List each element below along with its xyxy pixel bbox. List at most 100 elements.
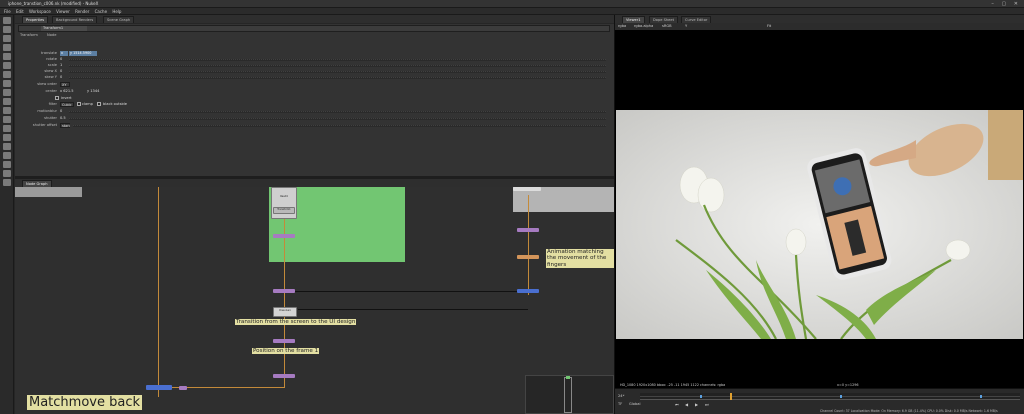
sticky-note[interactable]: Matchmove back	[27, 395, 143, 410]
sticky-note[interactable]: Animation matching the movement of the f…	[546, 249, 614, 269]
sticky-note[interactable]: Transition from the screen to the UI des…	[235, 319, 357, 326]
purple-node[interactable]	[273, 234, 295, 238]
timeline-scrubber[interactable]	[640, 393, 1020, 400]
purple-node[interactable]	[517, 228, 539, 232]
window-controls[interactable]: – ▢ ✕	[991, 1, 1021, 7]
views-tool-icon[interactable]	[2, 107, 11, 114]
furnace-tool-icon[interactable]	[2, 161, 11, 168]
tab-dope-sheet[interactable]: Dope Sheet	[649, 16, 678, 23]
tab-scene-graph[interactable]: Scene Graph	[103, 16, 135, 23]
knob-value[interactable]: 0	[60, 109, 62, 113]
blue-node[interactable]	[517, 289, 539, 293]
minimap-view-rect[interactable]	[564, 377, 572, 413]
toolsets-tool-icon[interactable]	[2, 143, 11, 150]
frame-mode-dropdown[interactable]: TF	[618, 402, 622, 406]
image-tool-icon[interactable]	[2, 17, 11, 24]
step-forward-button[interactable]: ▶	[695, 402, 698, 407]
playhead[interactable]	[730, 393, 732, 400]
read-node[interactable]: Read4	[271, 187, 297, 219]
timeline[interactable]: 24* TF Global ⏮ ◀ ▶ ⏭ Channel Count: 37 …	[615, 388, 1024, 414]
channels-dropdown[interactable]: rgba	[618, 24, 626, 28]
node-graph[interactable]: Read4 Transform1 Dissolve1 Transition fr…	[15, 187, 614, 414]
subtab-node[interactable]: Node	[47, 33, 56, 37]
tab-curve-editor[interactable]: Curve Editor	[681, 16, 712, 23]
viewer-image[interactable]	[616, 110, 1023, 339]
knob-value[interactable]: 0	[60, 75, 62, 79]
knob-value[interactable]: 0	[60, 57, 62, 61]
skew-order-dropdown[interactable]: XY	[60, 82, 70, 87]
channel-tool-icon[interactable]	[2, 44, 11, 51]
play-button[interactable]: ⏮	[675, 402, 679, 407]
menu-help[interactable]: Help	[112, 9, 121, 14]
minimap[interactable]	[525, 375, 614, 414]
node-name-field[interactable]: Transform1	[41, 26, 87, 31]
menu-workspace[interactable]: Workspace	[29, 9, 51, 14]
backdrop-gray-left[interactable]	[15, 187, 82, 197]
read-node-right[interactable]	[513, 187, 541, 191]
knob-slider[interactable]	[69, 59, 606, 61]
frame-range-dropdown[interactable]: Global	[629, 402, 640, 406]
subtab-transform[interactable]: Transform	[20, 33, 38, 37]
knob-slider[interactable]	[73, 125, 606, 127]
center-x-field[interactable]: x 621.5	[60, 89, 74, 93]
menu-cache[interactable]: Cache	[95, 9, 107, 14]
layer-dropdown[interactable]: rgba.alpha	[634, 24, 653, 28]
menu-viewer[interactable]: Viewer	[56, 9, 70, 14]
merge-tool-icon[interactable]	[2, 80, 11, 87]
filter-dropdown[interactable]: Cubic	[60, 102, 74, 107]
sticky-note[interactable]: Position on the frame 1	[252, 348, 320, 355]
other-tool-icon[interactable]	[2, 152, 11, 159]
settings-tool-icon[interactable]	[2, 179, 11, 186]
knob-label: skew X	[44, 69, 57, 73]
knob-value[interactable]: 0.5	[60, 116, 66, 120]
tab-background-renders[interactable]: Background Renders	[52, 16, 98, 23]
purple-node[interactable]	[273, 374, 295, 378]
color-tool-icon[interactable]	[2, 53, 11, 60]
translate-y-field[interactable]: y 1514.5900	[69, 51, 97, 56]
clamp-checkbox[interactable]	[77, 102, 81, 106]
end-button[interactable]: ⏭	[705, 402, 709, 407]
transform-tool-icon[interactable]	[2, 89, 11, 96]
center-y-field[interactable]: y 1344	[87, 89, 99, 93]
orange-node[interactable]	[517, 255, 539, 259]
menu-file[interactable]: File	[4, 9, 11, 14]
zoom-dropdown[interactable]: Fit	[767, 24, 771, 28]
tab-properties[interactable]: Properties	[22, 16, 49, 23]
metadata-tool-icon[interactable]	[2, 116, 11, 123]
purple-node[interactable]	[273, 339, 295, 343]
dissolve-node[interactable]: Dissolve1	[273, 307, 297, 317]
view-dropdown[interactable]: Y	[685, 24, 687, 28]
tab-viewer[interactable]: Viewer1	[622, 16, 645, 23]
shutter-offset-dropdown[interactable]: start	[60, 123, 70, 128]
translate-x-field[interactable]: x	[60, 51, 68, 56]
transform-node[interactable]: Transform1	[273, 207, 295, 214]
knob-row: shutter 0.5	[15, 116, 610, 122]
particles-tool-icon[interactable]	[2, 125, 11, 132]
invert-checkbox[interactable]	[55, 96, 59, 100]
filter-tool-icon[interactable]	[2, 62, 11, 69]
blue-node[interactable]	[146, 385, 172, 390]
nodes-tool-icon[interactable]	[2, 170, 11, 177]
fps-field[interactable]: 24*	[618, 394, 624, 398]
knob-slider[interactable]	[69, 118, 606, 120]
knob-slider[interactable]	[69, 71, 606, 73]
time-tool-icon[interactable]	[2, 35, 11, 42]
purple-node[interactable]	[273, 289, 295, 293]
knob-slider[interactable]	[69, 111, 606, 113]
draw-tool-icon[interactable]	[2, 26, 11, 33]
deep-tool-icon[interactable]	[2, 134, 11, 141]
lut-dropdown[interactable]: sRGB	[662, 24, 672, 28]
knob-slider[interactable]	[69, 65, 606, 67]
menu-render[interactable]: Render	[75, 9, 89, 14]
3d-tool-icon[interactable]	[2, 98, 11, 105]
black-outside-checkbox[interactable]	[97, 102, 101, 106]
knob-slider[interactable]	[69, 77, 606, 79]
pipe-black	[284, 291, 528, 292]
menu-edit[interactable]: Edit	[16, 9, 24, 14]
knob-value[interactable]: 0	[60, 69, 62, 73]
step-back-button[interactable]: ◀	[685, 402, 688, 407]
tab-node-graph[interactable]: Node Graph	[22, 180, 52, 187]
purple-node[interactable]	[179, 386, 187, 390]
keyer-tool-icon[interactable]	[2, 71, 11, 78]
knob-value[interactable]: 1	[60, 63, 62, 67]
